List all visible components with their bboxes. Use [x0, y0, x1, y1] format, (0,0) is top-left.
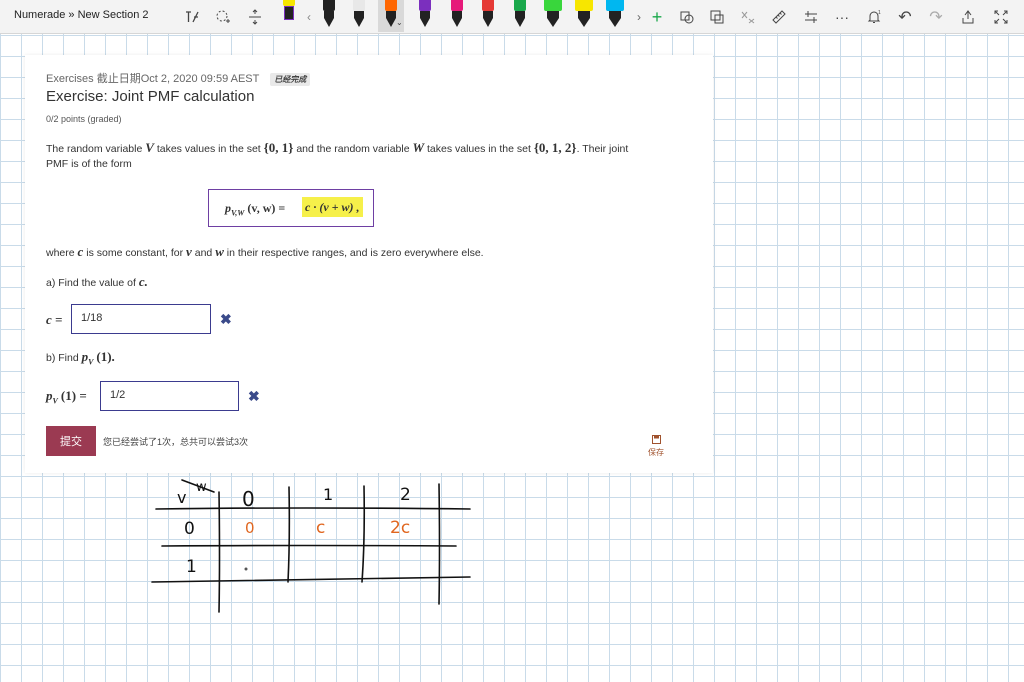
- save-icon: [651, 435, 661, 444]
- undo-icon[interactable]: ↶: [894, 6, 916, 28]
- status-badge: 已经完成: [270, 73, 311, 86]
- question-a: a) Find the value of c.: [46, 274, 148, 289]
- attempts-text: 您已经尝试了1次，总共可以尝试3次: [103, 437, 249, 447]
- save-button[interactable]: 保存: [648, 435, 664, 458]
- exercise-title: Exercise: Joint PMF calculation: [46, 88, 255, 105]
- notebook-breadcrumb[interactable]: Numerade » New Section 2: [14, 9, 149, 21]
- answer-b-label: pV (1) =: [46, 388, 87, 406]
- ink-dot: [244, 567, 248, 571]
- pen-white-icon[interactable]: [352, 0, 366, 30]
- shapes-icon[interactable]: [676, 6, 698, 28]
- more-options-icon[interactable]: ···: [831, 6, 853, 28]
- ink-col-header: 1: [323, 485, 333, 504]
- ink-to-shape-icon[interactable]: [706, 6, 728, 28]
- ink-hline: [161, 544, 457, 547]
- pen-pink-icon[interactable]: [450, 0, 464, 30]
- ink-col-header: 2: [400, 485, 411, 505]
- formula-highlight: c · (v + w) ,: [302, 197, 363, 217]
- ink-hline: [151, 576, 471, 583]
- ink-row-header: 1: [186, 557, 197, 577]
- add-pen-icon[interactable]: +: [646, 6, 668, 28]
- answer-a-input[interactable]: 1/18: [71, 304, 211, 334]
- set-v: {0, 1}: [263, 140, 294, 155]
- ink-vline: [218, 491, 221, 613]
- svg-text:1: 1: [878, 10, 881, 16]
- ink-cell: c: [316, 518, 325, 538]
- ruler-icon[interactable]: [768, 6, 790, 28]
- ink-vline: [287, 486, 291, 583]
- pen-green-icon[interactable]: [513, 0, 527, 30]
- pen-orange-icon[interactable]: ⌄: [378, 0, 404, 32]
- add-space-icon[interactable]: [244, 6, 266, 28]
- chevron-left-icon[interactable]: ‹: [298, 6, 320, 28]
- highlighter-blue-icon[interactable]: [606, 0, 626, 30]
- redo-icon[interactable]: ↷: [925, 6, 947, 28]
- set-w: {0, 1, 2}: [533, 140, 577, 155]
- ink-to-text-icon[interactable]: [181, 6, 203, 28]
- pen-black-icon[interactable]: [322, 0, 336, 30]
- ink-vline: [438, 483, 441, 605]
- pmf-formula: pV,W (v, w) = c · (v + w) ,: [208, 189, 374, 227]
- ink-corner-v: v: [177, 488, 186, 507]
- pen-red-icon[interactable]: [481, 0, 495, 30]
- math-icon[interactable]: [800, 6, 822, 28]
- ink-vline: [361, 485, 366, 583]
- ink-diagonal: [181, 479, 215, 493]
- share-icon[interactable]: [957, 6, 979, 28]
- submit-button[interactable]: 提交: [46, 426, 96, 456]
- question-b: b) Find pV (1).: [46, 349, 115, 367]
- ink-cell: 0: [245, 519, 255, 537]
- incorrect-icon: ✖: [248, 388, 260, 404]
- pen-highlighter-icon[interactable]: [282, 0, 296, 30]
- highlighter-yellow-icon[interactable]: [575, 0, 595, 30]
- ink-cell: 2c: [390, 518, 410, 538]
- problem-statement: The random variable V takes values in th…: [46, 140, 629, 170]
- full-screen-icon[interactable]: [990, 6, 1012, 28]
- points-label: 0/2 points (graded): [46, 114, 122, 124]
- lasso-select-icon[interactable]: [212, 6, 234, 28]
- chevron-down-icon[interactable]: ⌄: [396, 18, 403, 27]
- answer-b-input[interactable]: 1/2: [100, 381, 239, 411]
- exercise-deadline: Exercises 截止日期Oct 2, 2020 09:59 AEST: [46, 73, 260, 85]
- ink-to-math-icon[interactable]: [737, 6, 759, 28]
- notifications-icon[interactable]: 1: [863, 6, 885, 28]
- highlighter-green-icon[interactable]: [544, 0, 564, 30]
- pen-purple-icon[interactable]: [418, 0, 432, 30]
- incorrect-icon: ✖: [220, 311, 232, 327]
- app-toolbar: Numerade » New Section 2 ‹ ⌄ › + ··· 1 ↶…: [0, 0, 1024, 34]
- exercise-meta: Exercises 截止日期Oct 2, 2020 09:59 AEST 已经完…: [46, 70, 311, 86]
- ink-col-header: 0: [242, 487, 255, 511]
- answer-a-label: c =: [46, 312, 63, 327]
- ink-row-header: 0: [184, 519, 195, 539]
- var-w: W: [412, 140, 425, 155]
- exercise-card: Exercises 截止日期Oct 2, 2020 09:59 AEST 已经完…: [25, 55, 713, 473]
- ink-hline: [155, 507, 471, 510]
- where-clause: where c is some constant, for v and w in…: [46, 244, 484, 259]
- var-v: V: [145, 140, 154, 155]
- ink-corner-w: w: [196, 480, 207, 495]
